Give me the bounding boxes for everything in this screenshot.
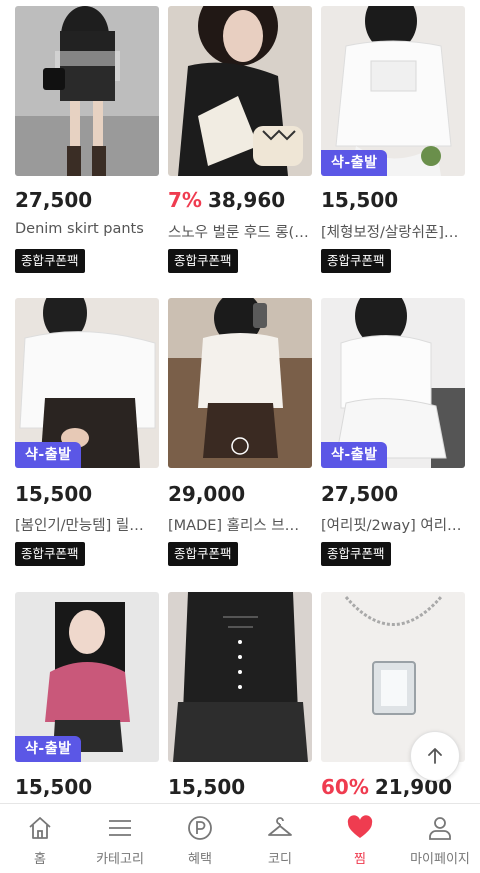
product-image[interactable] [168,6,312,176]
tab-label: 홈 [34,852,46,867]
tab-home[interactable]: 홈 [0,804,80,873]
shipping-badge: 샥-출발 [321,442,388,468]
product-title[interactable]: 스노우 벌룬 후드 롱(… [168,221,318,242]
product-price-line: 27,500 [321,482,398,506]
arrow-up-icon [428,748,442,764]
product-price: 15,500 [15,482,93,506]
tab-category[interactable]: 카테고리 [80,804,160,873]
bottom-tab-bar: 홈 카테고리 혜택 코디 찜 마이페이지 [0,803,480,873]
product-title[interactable]: [여리핏/2way] 여리… [321,514,471,535]
product-image[interactable] [168,592,312,762]
tab-codi[interactable]: 코디 [240,804,320,873]
product-image[interactable]: 샥-출발 [15,298,159,468]
discount-rate: 7% [168,188,202,212]
product-price: 29,000 [168,482,246,506]
product-price-line: 15,500 [321,188,398,212]
shipping-badge: 샥-출발 [15,736,82,762]
product-price-line: 15,500 [15,482,92,506]
shipping-badge: 샥-출발 [321,150,388,176]
product-image[interactable] [168,298,312,468]
product-image[interactable] [15,6,159,176]
coupon-tag: 종합쿠폰팩 [321,249,391,273]
tab-label: 카테고리 [96,852,144,867]
coupon-tag: 종합쿠폰팩 [15,249,85,273]
product-title[interactable]: [MADE] 홀리스 브… [168,514,318,535]
product-price-line: 29,000 [168,482,245,506]
product-price-line: 27,500 [15,188,92,212]
menu-icon [109,820,131,836]
product-image[interactable]: 샥-출발 [321,6,465,176]
product-price: 15,500 [321,188,399,212]
product-image[interactable]: 샥-출발 [15,592,159,762]
shipping-badge: 샥-출발 [15,442,82,468]
product-price-line: 15,500 [15,775,92,799]
person-icon [429,817,451,840]
point-icon [188,816,212,840]
tab-label: 찜 [354,852,366,867]
product-price: 15,500 [168,775,246,799]
coupon-tag: 종합쿠폰팩 [321,542,391,566]
coupon-tag: 종합쿠폰팩 [168,249,238,273]
tab-benefits[interactable]: 혜택 [160,804,240,873]
scroll-to-top-button[interactable] [410,731,460,781]
hanger-icon [268,817,292,836]
product-price: 38,960 [207,188,286,212]
product-price-line: 7% 38,960 [168,188,285,212]
product-price: 27,500 [15,188,93,212]
tab-label: 코디 [268,852,292,867]
tab-mypage[interactable]: 마이페이지 [400,804,480,873]
coupon-tag: 종합쿠폰팩 [168,542,238,566]
discount-rate: 60% [321,775,369,799]
product-price: 15,500 [15,775,93,799]
heart-icon [347,815,373,838]
tab-label: 혜택 [188,852,212,867]
product-image[interactable]: 샥-출발 [321,298,465,468]
tab-label: 마이페이지 [410,852,470,867]
tab-wishlist[interactable]: 찜 [320,804,400,873]
product-price-line: 15,500 [168,775,245,799]
product-title[interactable]: [봄인기/만능템] 릴… [15,514,165,535]
product-title[interactable]: [체형보정/살랑쉬폰]… [321,221,471,242]
product-title[interactable]: Denim skirt pants [15,221,165,237]
coupon-tag: 종합쿠폰팩 [15,542,85,566]
home-icon [29,817,51,839]
product-price: 27,500 [321,482,399,506]
